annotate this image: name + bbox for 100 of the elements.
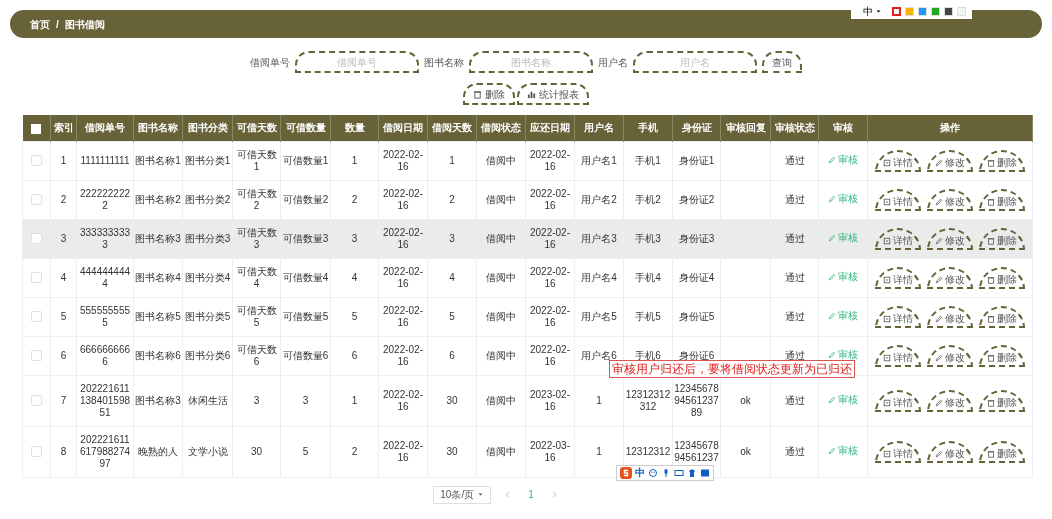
document-icon [883,276,891,284]
table-cell: 图书名称4 [135,271,181,283]
table-cell: 6666666666 [79,343,131,367]
field-label: 图书名称 [424,55,464,70]
detail-button[interactable]: 详情 [875,266,921,289]
detail-button[interactable]: 详情 [875,227,921,250]
delete-button[interactable]: 删除 [979,266,1025,289]
table-cell: 借阅中 [486,394,516,406]
detail-button[interactable]: 详情 [875,305,921,328]
delete-button[interactable]: 删除 [979,149,1025,172]
report-button[interactable]: 统计报表 [517,83,589,105]
edit-button[interactable]: 修改 [927,344,973,367]
table-cell: 3 [302,394,309,406]
table-cell: 3 [60,232,67,244]
table-cell: 2022-02-16 [383,265,423,289]
table-cell: 可借天数1 [236,148,277,172]
table-cell: 20222161113840159851 [79,382,131,418]
delete-button[interactable]: 删除 [979,389,1025,412]
table-cell: 2 [449,193,455,205]
search-field[interactable]: 图书名称 [469,51,593,73]
table-cell: 图书名称6 [135,349,181,361]
edit-button[interactable]: 修改 [927,305,973,328]
edit-button[interactable]: 修改 [927,188,973,211]
table-cell: 可借数量6 [282,349,329,361]
column-header: 应还日期 [525,115,575,141]
grid-icon[interactable] [700,467,710,478]
row-checkbox[interactable] [31,311,42,323]
row-checkbox[interactable] [31,395,42,407]
delete-button[interactable]: 删除 [463,83,515,105]
ime-logo-icon[interactable] [620,466,632,479]
table-cell: 休闲生活 [187,394,228,406]
detail-button[interactable]: 详情 [875,344,921,367]
search-field[interactable]: 用户名 [633,51,757,73]
table-cell: 4 [351,271,358,283]
table-cell: 可借数量4 [282,271,329,283]
table-cell: 2022-02-16 [530,304,570,328]
detail-button[interactable]: 详情 [875,440,921,463]
delete-button[interactable]: 删除 [979,344,1025,367]
column-header: 数量 [330,115,379,141]
delete-button[interactable]: 删除 [979,227,1025,250]
document-icon [883,450,891,458]
table-cell: 3 [351,232,358,244]
table-cell: 图书名称3 [135,394,181,406]
table-cell: 可借数量5 [282,310,329,322]
table-cell: 2022-02-16 [383,187,423,211]
table-cell: 4444444444 [79,265,131,289]
trash-icon [987,315,995,323]
color-swatch[interactable] [892,6,901,16]
table-cell: 2022-02-16 [383,388,423,412]
table-cell: 可借天数4 [236,265,277,289]
breadcrumb-item[interactable]: 图书借阅 [64,16,105,32]
table-cell: 通过 [784,394,805,406]
caret-icon [477,491,485,498]
edit-button[interactable]: 修改 [927,266,973,289]
ime-mode[interactable]: 中 [635,466,645,479]
row-checkbox[interactable] [31,446,42,458]
table-cell: 图书分类6 [184,349,231,361]
page-size-select[interactable]: 10条/页 [433,485,492,504]
delete-button[interactable]: 删除 [979,188,1025,211]
table-cell: 用户名2 [581,193,617,205]
delete-button[interactable]: 删除 [979,305,1025,328]
table-cell: 2022-02-16 [530,148,570,172]
microphone-icon[interactable] [661,467,671,478]
smiley-icon[interactable] [648,467,658,478]
breadcrumb-item[interactable]: 首页 [30,16,50,32]
table-cell: 2022-02-16 [530,265,570,289]
edit-button[interactable]: 修改 [927,227,973,250]
table-cell: ok [740,394,751,406]
table-cell: 3 [253,394,260,406]
column-header: 可借数量 [280,115,331,141]
row-checkbox[interactable] [31,350,42,362]
detail-button[interactable]: 详情 [875,188,921,211]
keyboard-icon[interactable] [674,467,684,478]
table-cell: 2022-02-16 [383,226,423,250]
shirt-icon[interactable] [687,467,697,478]
delete-button[interactable]: 删除 [979,440,1025,463]
table-cell: 身份证5 [678,310,715,322]
table-cell: 图书名称2 [135,193,181,205]
pencil-icon [935,315,943,323]
table-cell: 身份证3 [678,232,715,244]
table-cell: 可借天数3 [236,226,277,250]
row-checkbox[interactable] [31,194,42,206]
edit-button[interactable]: 修改 [927,440,973,463]
edit-button[interactable]: 修改 [927,389,973,412]
detail-button[interactable]: 详情 [875,149,921,172]
row-checkbox[interactable] [31,233,42,245]
trash-icon [987,198,995,206]
column-header: 手机 [623,115,673,141]
row-checkbox[interactable] [31,272,42,284]
edit-button[interactable]: 修改 [927,149,973,172]
select-all-checkbox[interactable] [31,123,42,134]
table-cell: 6 [351,349,358,361]
detail-button[interactable]: 详情 [875,389,921,412]
table-cell: 1 [351,394,358,406]
column-header: 身份证 [672,115,721,141]
table-cell: 5555555555 [79,304,131,328]
search-button[interactable]: 查询 [762,51,802,73]
table-cell: 2022-02-16 [383,343,423,367]
table-cell: 图书分类1 [184,154,231,166]
row-checkbox[interactable] [31,155,42,167]
